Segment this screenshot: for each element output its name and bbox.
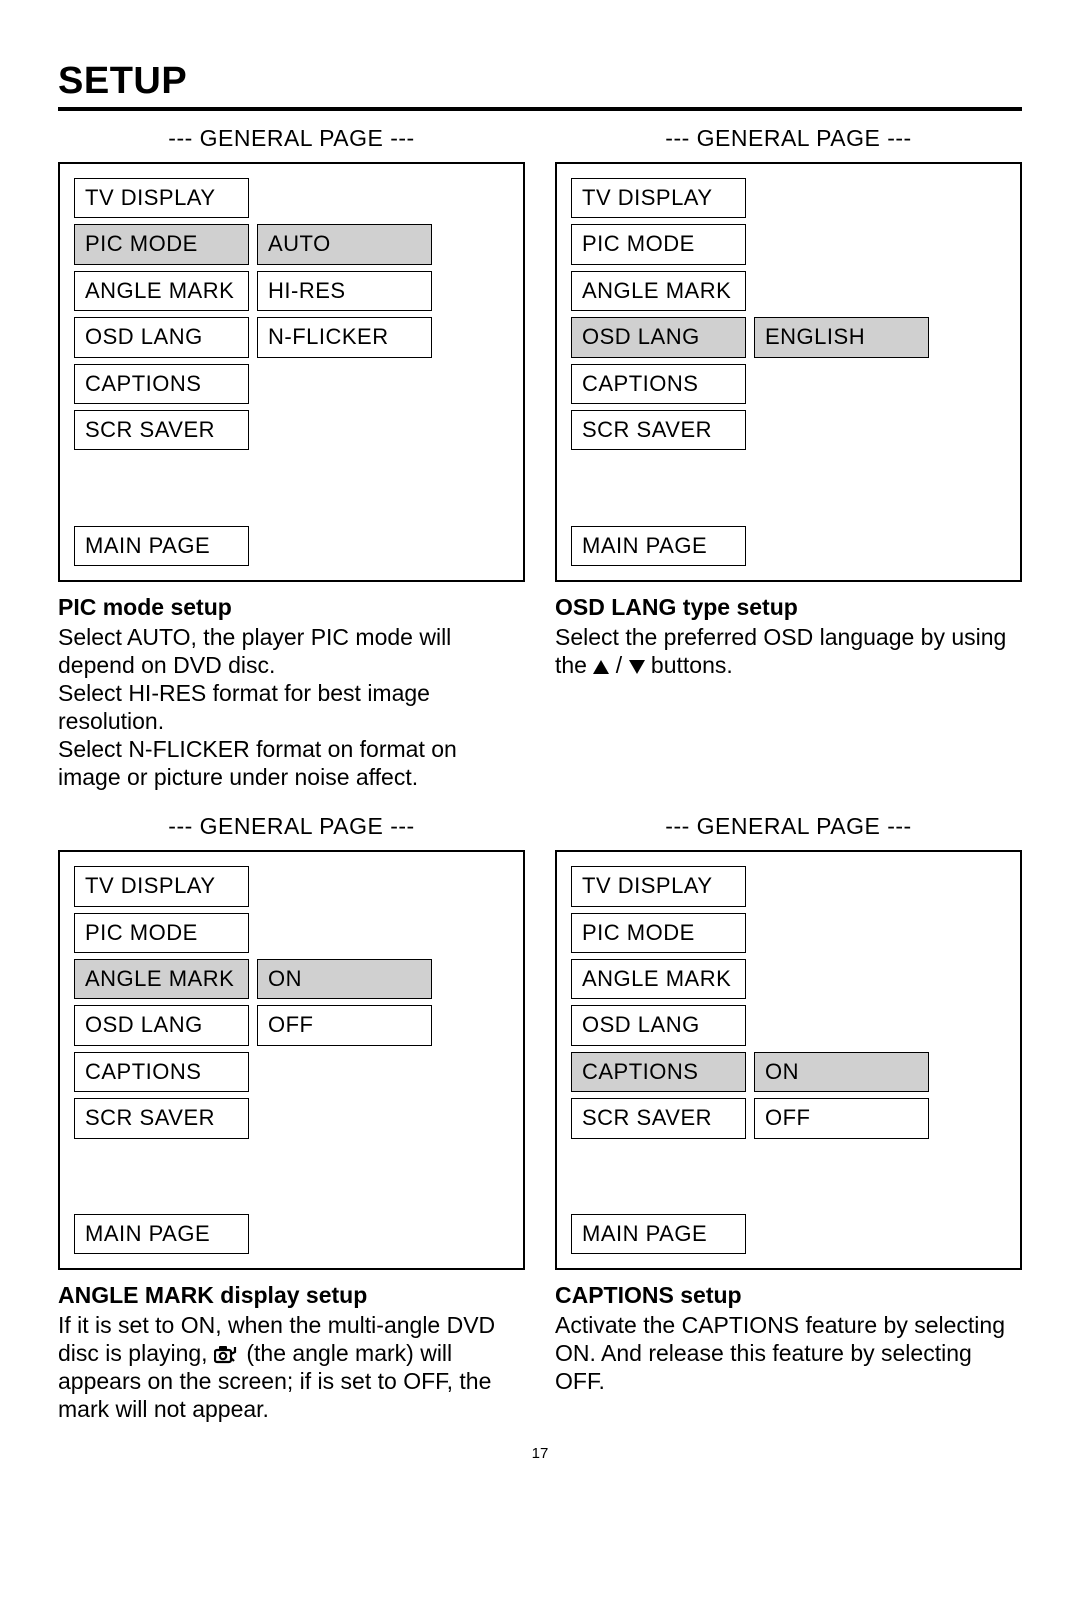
menu-item: PIC MODE [571, 224, 746, 264]
body-line: Select N-FLICKER format on format on ima… [58, 736, 457, 790]
option: OFF [754, 1098, 929, 1138]
menu-item: CAPTIONS [571, 364, 746, 404]
menu-item: OSD LANG [74, 317, 249, 357]
section-body: If it is set to ON, when the multi-angle… [58, 1311, 525, 1423]
menu-item: TV DISPLAY [571, 178, 746, 218]
section-heading: CAPTIONS setup [555, 1282, 1022, 1309]
menu-item: SCR SAVER [74, 410, 249, 450]
menu-item: PIC MODE [571, 913, 746, 953]
menu-item-selected: PIC MODE [74, 224, 249, 264]
option-selected: AUTO [257, 224, 432, 264]
panel-angle-mark: --- GENERAL PAGE --- TV DISPLAY PIC MODE… [58, 813, 525, 1423]
down-arrow-icon [629, 660, 645, 674]
page-title: SETUP [58, 60, 1022, 111]
panel-osd-lang: --- GENERAL PAGE --- TV DISPLAY PIC MODE… [555, 125, 1022, 791]
menu-item: TV DISPLAY [74, 178, 249, 218]
up-arrow-icon [593, 660, 609, 674]
body-line: Select HI-RES format for best image reso… [58, 680, 430, 734]
page-number: 17 [58, 1445, 1022, 1462]
menu-item-selected: CAPTIONS [571, 1052, 746, 1092]
body-line: Select AUTO, the player PIC mode will de… [58, 624, 451, 678]
main-page-item: MAIN PAGE [74, 526, 249, 566]
option: N-FLICKER [257, 317, 432, 357]
option-selected: ON [257, 959, 432, 999]
section-body: Activate the CAPTIONS feature by selecti… [555, 1311, 1022, 1395]
menu-item-selected: OSD LANG [571, 317, 746, 357]
osd-screen: TV DISPLAY PIC MODE ANGLE MARK OSD LANG … [555, 850, 1022, 1270]
content-grid: --- GENERAL PAGE --- TV DISPLAY PIC MODE… [58, 125, 1022, 1423]
osd-screen: TV DISPLAY PIC MODE ANGLE MARK OSD LANG … [555, 162, 1022, 582]
section-body: Select AUTO, the player PIC mode will de… [58, 623, 525, 791]
menu-item: CAPTIONS [74, 364, 249, 404]
panel-pic-mode: --- GENERAL PAGE --- TV DISPLAY PIC MODE… [58, 125, 525, 791]
section-heading: ANGLE MARK display setup [58, 1282, 525, 1309]
panel-captions: --- GENERAL PAGE --- TV DISPLAY PIC MODE… [555, 813, 1022, 1423]
option-selected: ENGLISH [754, 317, 929, 357]
option-selected: ON [754, 1052, 929, 1092]
osd-header: --- GENERAL PAGE --- [58, 125, 525, 152]
section-heading: OSD LANG type setup [555, 594, 1022, 621]
menu-item-selected: ANGLE MARK [74, 959, 249, 999]
menu-item: ANGLE MARK [571, 959, 746, 999]
body-text: / [609, 652, 628, 678]
option: OFF [257, 1005, 432, 1045]
menu-item: TV DISPLAY [571, 866, 746, 906]
main-page-item: MAIN PAGE [571, 526, 746, 566]
menu-item: SCR SAVER [571, 1098, 746, 1138]
option: HI-RES [257, 271, 432, 311]
osd-screen: TV DISPLAY PIC MODE AUTO ANGLE MARK HI-R… [58, 162, 525, 582]
body-text: buttons. [645, 652, 733, 678]
osd-header: --- GENERAL PAGE --- [58, 813, 525, 840]
menu-item: OSD LANG [74, 1005, 249, 1045]
main-page-item: MAIN PAGE [74, 1214, 249, 1254]
menu-item: SCR SAVER [571, 410, 746, 450]
main-page-item: MAIN PAGE [571, 1214, 746, 1254]
section-heading: PIC mode setup [58, 594, 525, 621]
section-body: Select the preferred OSD language by usi… [555, 623, 1022, 679]
menu-item: TV DISPLAY [74, 866, 249, 906]
angle-mark-icon [214, 1344, 240, 1364]
menu-item: PIC MODE [74, 913, 249, 953]
osd-header: --- GENERAL PAGE --- [555, 125, 1022, 152]
menu-item: CAPTIONS [74, 1052, 249, 1092]
osd-header: --- GENERAL PAGE --- [555, 813, 1022, 840]
menu-item: ANGLE MARK [74, 271, 249, 311]
menu-item: OSD LANG [571, 1005, 746, 1045]
menu-item: SCR SAVER [74, 1098, 249, 1138]
osd-screen: TV DISPLAY PIC MODE ANGLE MARK ON OSD LA… [58, 850, 525, 1270]
menu-item: ANGLE MARK [571, 271, 746, 311]
